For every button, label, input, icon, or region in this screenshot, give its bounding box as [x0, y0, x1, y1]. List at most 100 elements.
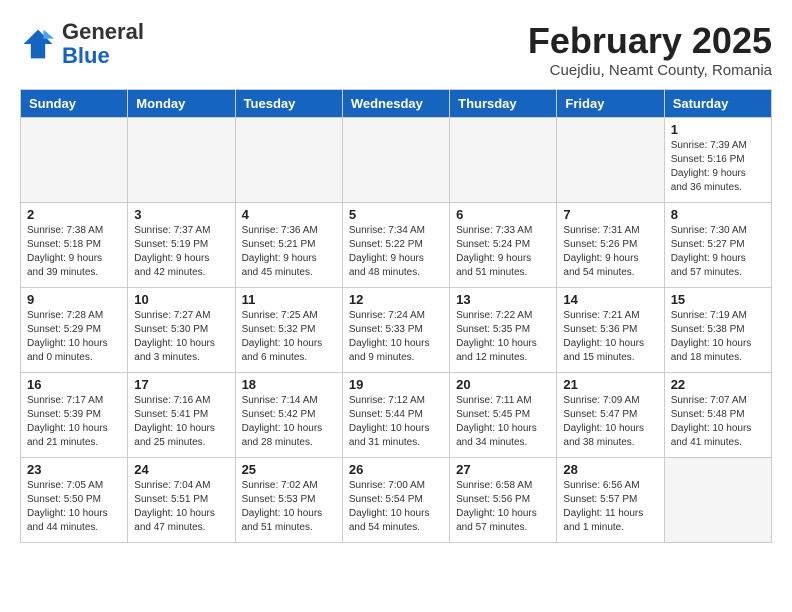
calendar-cell: 8Sunrise: 7:30 AM Sunset: 5:27 PM Daylig…: [664, 203, 771, 288]
day-info: Sunrise: 7:04 AM Sunset: 5:51 PM Dayligh…: [134, 479, 228, 535]
weekday-header-wednesday: Wednesday: [342, 90, 449, 118]
calendar-cell: 26 Sunrise: 7:00 AM Sunset: 5:54 PM Dayli…: [342, 458, 449, 543]
day-info: Sunrise: 7:00 AM Sunset: 5:54 PM Dayligh…: [349, 479, 443, 535]
day-info: Sunrise: 7:12 AM Sunset: 5:44 PM Dayligh…: [349, 394, 443, 450]
calendar-table: SundayMondayTuesdayWednesdayThursdayFrid…: [20, 89, 772, 543]
calendar-week-row: 9 Sunrise: 7:28 AM Sunset: 5:29 PM Daylig…: [21, 288, 772, 373]
day-info: Sunrise: 7:21 AM Sunset: 5:36 PM Dayligh…: [563, 309, 657, 365]
location-subtitle: Cuejdiu, Neamt County, Romania: [528, 62, 772, 79]
day-info: Sunrise: 7:05 AM Sunset: 5:50 PM Dayligh…: [27, 479, 121, 535]
day-number: 14: [563, 292, 657, 307]
weekday-header-sunday: Sunday: [21, 90, 128, 118]
page-header: General Blue February 2025 Cuejdiu, Neam…: [20, 20, 772, 79]
day-number: 19: [349, 377, 443, 392]
calendar-cell: 7 Sunrise: 7:31 AM Sunset: 5:26 PM Daylig…: [557, 203, 664, 288]
day-number: 22: [671, 377, 765, 392]
day-info: Sunrise: 6:56 AM Sunset: 5:57 PM Dayligh…: [563, 479, 657, 535]
day-info: Sunrise: 7:25 AM Sunset: 5:32 PM Dayligh…: [242, 309, 336, 365]
day-info: Sunrise: 7:28 AM Sunset: 5:29 PM Dayligh…: [27, 309, 121, 365]
weekday-header-tuesday: Tuesday: [235, 90, 342, 118]
day-number: 7: [563, 207, 657, 222]
day-info: Sunrise: 7:33 AM Sunset: 5:24 PM Dayligh…: [456, 224, 550, 280]
calendar-cell: 17 Sunrise: 7:16 AM Sunset: 5:41 PM Dayli…: [128, 373, 235, 458]
day-info: Sunrise: 7:17 AM Sunset: 5:39 PM Dayligh…: [27, 394, 121, 450]
day-info: Sunrise: 7:16 AM Sunset: 5:41 PM Dayligh…: [134, 394, 228, 450]
calendar-cell: 21 Sunrise: 7:09 AM Sunset: 5:47 PM Dayli…: [557, 373, 664, 458]
calendar-week-row: 16 Sunrise: 7:17 AM Sunset: 5:39 PM Dayli…: [21, 373, 772, 458]
day-number: 27: [456, 462, 550, 477]
calendar-cell: [664, 458, 771, 543]
day-info: Sunrise: 6:58 AM Sunset: 5:56 PM Dayligh…: [456, 479, 550, 535]
day-number: 15: [671, 292, 765, 307]
day-number: 5: [349, 207, 443, 222]
day-info: Sunrise: 7:38 AM Sunset: 5:18 PM Dayligh…: [27, 224, 121, 280]
calendar-cell: 4 Sunrise: 7:36 AM Sunset: 5:21 PM Daylig…: [235, 203, 342, 288]
calendar-cell: 25Sunrise: 7:02 AM Sunset: 5:53 PM Dayli…: [235, 458, 342, 543]
weekday-header-monday: Monday: [128, 90, 235, 118]
day-number: 16: [27, 377, 121, 392]
calendar-cell: 24Sunrise: 7:04 AM Sunset: 5:51 PM Dayli…: [128, 458, 235, 543]
title-block: February 2025 Cuejdiu, Neamt County, Rom…: [528, 20, 772, 79]
calendar-cell: 5Sunrise: 7:34 AM Sunset: 5:22 PM Daylig…: [342, 203, 449, 288]
calendar-cell: 22 Sunrise: 7:07 AM Sunset: 5:48 PM Dayli…: [664, 373, 771, 458]
day-number: 12: [349, 292, 443, 307]
calendar-cell: [235, 118, 342, 203]
day-number: 26: [349, 462, 443, 477]
day-info: Sunrise: 7:24 AM Sunset: 5:33 PM Dayligh…: [349, 309, 443, 365]
day-number: 3: [134, 207, 228, 222]
day-number: 10: [134, 292, 228, 307]
day-info: Sunrise: 7:02 AM Sunset: 5:53 PM Dayligh…: [242, 479, 336, 535]
day-number: 18: [242, 377, 336, 392]
day-number: 8: [671, 207, 765, 222]
day-info: Sunrise: 7:31 AM Sunset: 5:26 PM Dayligh…: [563, 224, 657, 280]
calendar-cell: 3 Sunrise: 7:37 AM Sunset: 5:19 PM Daylig…: [128, 203, 235, 288]
calendar-cell: 9 Sunrise: 7:28 AM Sunset: 5:29 PM Daylig…: [21, 288, 128, 373]
logo: General Blue: [20, 20, 144, 68]
calendar-cell: 11 Sunrise: 7:25 AM Sunset: 5:32 PM Dayli…: [235, 288, 342, 373]
day-number: 17: [134, 377, 228, 392]
logo-icon: [20, 26, 56, 62]
calendar-cell: 1Sunrise: 7:39 AM Sunset: 5:16 PM Daylig…: [664, 118, 771, 203]
day-number: 2: [27, 207, 121, 222]
calendar-cell: 23 Sunrise: 7:05 AM Sunset: 5:50 PM Dayli…: [21, 458, 128, 543]
day-number: 9: [27, 292, 121, 307]
day-info: Sunrise: 7:22 AM Sunset: 5:35 PM Dayligh…: [456, 309, 550, 365]
calendar-week-row: 1Sunrise: 7:39 AM Sunset: 5:16 PM Daylig…: [21, 118, 772, 203]
weekday-header-saturday: Saturday: [664, 90, 771, 118]
calendar-cell: [342, 118, 449, 203]
day-number: 11: [242, 292, 336, 307]
calendar-cell: 13 Sunrise: 7:22 AM Sunset: 5:35 PM Dayli…: [450, 288, 557, 373]
day-info: Sunrise: 7:07 AM Sunset: 5:48 PM Dayligh…: [671, 394, 765, 450]
calendar-cell: 28 Sunrise: 6:56 AM Sunset: 5:57 PM Dayli…: [557, 458, 664, 543]
calendar-cell: 6 Sunrise: 7:33 AM Sunset: 5:24 PM Daylig…: [450, 203, 557, 288]
day-number: 13: [456, 292, 550, 307]
logo-text: General Blue: [62, 20, 144, 68]
calendar-cell: 20Sunrise: 7:11 AM Sunset: 5:45 PM Dayli…: [450, 373, 557, 458]
calendar-cell: 27 Sunrise: 6:58 AM Sunset: 5:56 PM Dayli…: [450, 458, 557, 543]
weekday-header-friday: Friday: [557, 90, 664, 118]
month-title: February 2025: [528, 20, 772, 62]
day-number: 20: [456, 377, 550, 392]
calendar-cell: 10 Sunrise: 7:27 AM Sunset: 5:30 PM Dayli…: [128, 288, 235, 373]
day-number: 4: [242, 207, 336, 222]
day-info: Sunrise: 7:36 AM Sunset: 5:21 PM Dayligh…: [242, 224, 336, 280]
calendar-cell: 15Sunrise: 7:19 AM Sunset: 5:38 PM Dayli…: [664, 288, 771, 373]
calendar-week-row: 23 Sunrise: 7:05 AM Sunset: 5:50 PM Dayli…: [21, 458, 772, 543]
calendar-cell: 12 Sunrise: 7:24 AM Sunset: 5:33 PM Dayli…: [342, 288, 449, 373]
day-number: 1: [671, 122, 765, 137]
calendar-cell: 18Sunrise: 7:14 AM Sunset: 5:42 PM Dayli…: [235, 373, 342, 458]
day-info: Sunrise: 7:27 AM Sunset: 5:30 PM Dayligh…: [134, 309, 228, 365]
calendar-cell: [128, 118, 235, 203]
calendar-header-row: SundayMondayTuesdayWednesdayThursdayFrid…: [21, 90, 772, 118]
calendar-cell: 14 Sunrise: 7:21 AM Sunset: 5:36 PM Dayli…: [557, 288, 664, 373]
day-info: Sunrise: 7:09 AM Sunset: 5:47 PM Dayligh…: [563, 394, 657, 450]
day-number: 6: [456, 207, 550, 222]
day-number: 28: [563, 462, 657, 477]
day-number: 21: [563, 377, 657, 392]
weekday-header-thursday: Thursday: [450, 90, 557, 118]
day-number: 23: [27, 462, 121, 477]
calendar-cell: 2 Sunrise: 7:38 AM Sunset: 5:18 PM Daylig…: [21, 203, 128, 288]
calendar-cell: [21, 118, 128, 203]
day-info: Sunrise: 7:37 AM Sunset: 5:19 PM Dayligh…: [134, 224, 228, 280]
calendar-cell: [557, 118, 664, 203]
